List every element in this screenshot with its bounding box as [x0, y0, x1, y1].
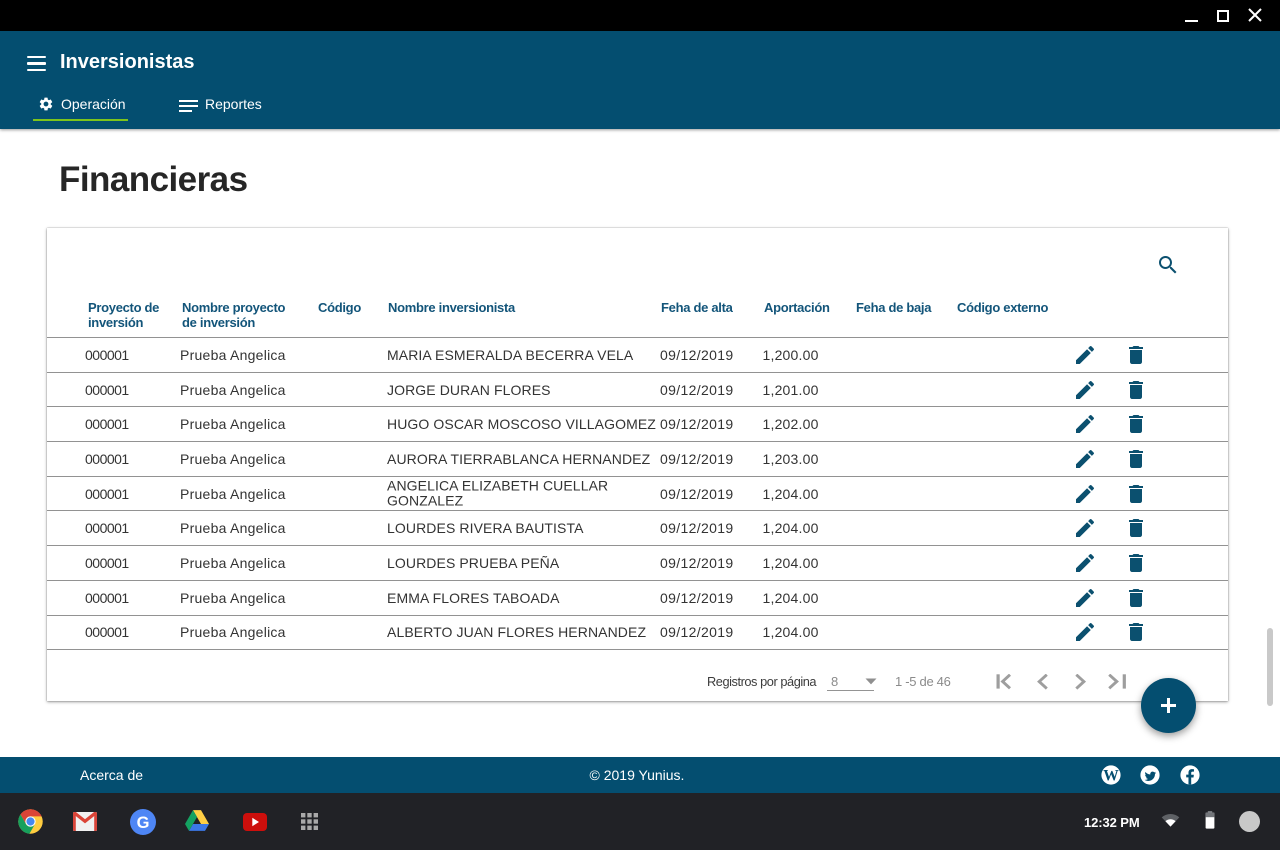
svg-text:G: G	[137, 814, 150, 832]
svg-text:W: W	[1103, 767, 1119, 784]
